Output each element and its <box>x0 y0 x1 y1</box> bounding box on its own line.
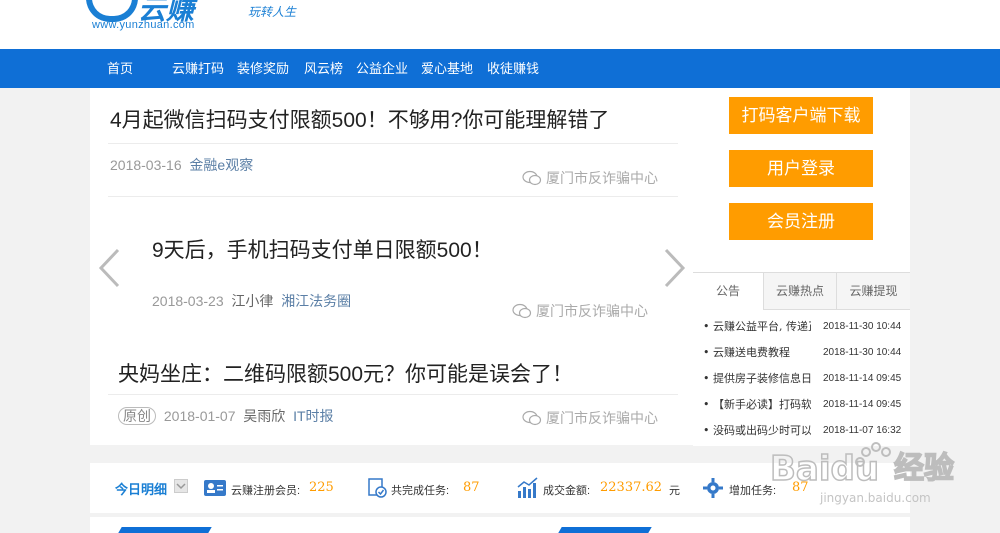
nav-item-captcha[interactable]: 云赚打码 <box>172 49 224 88</box>
slide-author: 江小律 <box>231 293 274 309</box>
slide-meta: 2018-03-23 江小律 湘江法务圈 <box>152 291 351 311</box>
notice-date: 2018-11-14 09:45 <box>823 373 902 384</box>
slide-watermark: 厦门市反诈骗中心 <box>522 408 658 428</box>
notice-date: 2018-11-07 16:32 <box>823 425 902 436</box>
nav-item-apprentice[interactable]: 收徒赚钱 <box>487 49 539 88</box>
slide-author: 吴雨欣 <box>243 408 286 424</box>
nav-item-home[interactable]: 首页 <box>107 49 133 88</box>
watermark-text: 厦门市反诈骗中心 <box>546 170 658 186</box>
task-check-icon <box>368 478 387 498</box>
slide-source: 湘江法务圈 <box>281 293 352 309</box>
register-button[interactable]: 会员注册 <box>729 203 873 240</box>
download-client-button[interactable]: 打码客户端下载 <box>729 97 873 134</box>
baidu-jingyan-watermark: Baidu 经验 jingyan.baidu.com <box>770 442 955 505</box>
notice-title: • 提供房子装修信息日赚 <box>703 372 811 385</box>
notice-item[interactable]: • 【新手必读】打码软件 2018-11-14 09:45 <box>703 395 903 415</box>
carousel-prev-icon[interactable] <box>98 248 122 288</box>
slide-title: 9天后，手机扫码支付单日限额500！ <box>152 239 493 262</box>
notice-title: • 没码或出码少时可以 <box>703 424 811 437</box>
main-nav: 首页 云赚打码 装修奖励 风云榜 公益企业 爱心基地 收徒赚钱 <box>0 49 1000 88</box>
watermark-cn: 经验 <box>894 451 954 486</box>
notice-item[interactable]: • 云赚公益平台, 传递正能量 2018-11-30 10:44 <box>703 317 903 337</box>
slide-date: 2018-03-23 <box>152 293 224 309</box>
tab-notice[interactable]: 公告 <box>693 273 763 309</box>
chevron-down-icon[interactable] <box>174 479 188 493</box>
carousel-next-icon[interactable] <box>662 248 686 288</box>
divider <box>108 196 678 197</box>
wechat-icon <box>522 410 542 426</box>
watermark-text: 厦门市反诈骗中心 <box>546 410 658 426</box>
carousel-slide[interactable]: 9天后，手机扫码支付单日限额500！ 2018-03-23 江小律 湘江法务圈 … <box>90 209 693 325</box>
account-panel: 打码客户端下载 用户登录 会员注册 <box>693 88 910 272</box>
notice-title: • 【新手必读】打码软件 <box>703 398 811 411</box>
divider <box>108 394 678 395</box>
original-badge: 原创 <box>118 407 156 425</box>
slide-source: IT时报 <box>293 408 334 424</box>
news-carousel[interactable]: 4月起微信扫码支付限额500！不够用?你可能理解错了 2018-03-16 金融… <box>90 88 693 445</box>
logo-url: www.yunzhuan.com <box>92 19 195 31</box>
amount-label: 成交金额: <box>543 485 591 497</box>
members-label: 云赚注册会员: <box>231 485 301 497</box>
watermark-url: jingyan.baidu.com <box>819 491 931 505</box>
notice-panel: 公告 云赚热点 云赚提现 • 云赚公益平台, 传递正能量 2018-11-30 1… <box>693 272 910 446</box>
members-value: 225 <box>309 480 334 495</box>
notice-title: • 云赚公益平台, 传递正能量 <box>703 320 811 333</box>
section-tab-shape <box>558 527 652 533</box>
nav-item-base[interactable]: 爱心基地 <box>421 49 473 88</box>
nav-item-ranking[interactable]: 风云榜 <box>304 49 343 88</box>
slide-source: 金融e观察 <box>189 157 254 173</box>
bar-chart-icon <box>517 477 538 498</box>
watermark-brand: Baidu <box>770 449 879 489</box>
watermark-text: 厦门市反诈骗中心 <box>536 303 648 319</box>
nav-item-renovation[interactable]: 装修奖励 <box>237 49 289 88</box>
today-label: 今日明细 <box>115 482 168 497</box>
divider <box>108 143 678 144</box>
slide-date: 2018-03-16 <box>110 157 182 173</box>
notice-item[interactable]: • 云赚送电费教程 2018-11-30 10:44 <box>703 343 903 363</box>
wechat-icon <box>522 170 542 186</box>
notice-title: • 云赚送电费教程 <box>703 346 790 359</box>
tab-withdraw[interactable]: 云赚提现 <box>836 273 910 310</box>
section-tab-shape <box>118 527 212 533</box>
carousel-slide[interactable]: 4月起微信扫码支付限额500！不够用?你可能理解错了 2018-03-16 金融… <box>90 88 693 204</box>
slide-meta: 原创 2018-01-07 吴雨欣 IT时报 <box>118 406 334 426</box>
tasks-value: 87 <box>463 480 480 495</box>
notice-date: 2018-11-30 10:44 <box>823 321 902 332</box>
slide-title: 4月起微信扫码支付限额500！不够用?你可能理解错了 <box>110 109 610 132</box>
login-button[interactable]: 用户登录 <box>729 150 873 187</box>
nav-item-charity[interactable]: 公益企业 <box>356 49 408 88</box>
amount-value: 22337.62 <box>600 480 663 495</box>
notice-date: 2018-11-30 10:44 <box>823 347 902 358</box>
member-card-icon <box>204 480 226 496</box>
tab-hot[interactable]: 云赚热点 <box>763 273 836 310</box>
notice-item[interactable]: • 提供房子装修信息日赚 2018-11-14 09:45 <box>703 369 903 389</box>
slide-title: 央妈坐庄：二维码限额500元？你可能是误会了！ <box>118 363 574 386</box>
slide-watermark: 厦门市反诈骗中心 <box>522 168 658 188</box>
notice-date: 2018-11-14 09:45 <box>823 399 902 410</box>
amount-unit: 元 <box>669 485 680 497</box>
tasks-label: 共完成任务: <box>391 485 450 497</box>
wechat-icon <box>512 303 532 319</box>
slide-watermark: 厦门市反诈骗中心 <box>512 301 648 321</box>
added-tasks-label: 增加任务: <box>729 485 777 497</box>
site-header: 云赚 www.yunzhuan.com 玩转人生 <box>0 0 1000 49</box>
slogan: 玩转人生 <box>248 5 297 19</box>
slide-date: 2018-01-07 <box>163 408 236 424</box>
slide-meta: 2018-03-16 金融e观察 <box>110 155 253 175</box>
gear-icon <box>703 478 723 498</box>
notice-item[interactable]: • 没码或出码少时可以 2018-11-07 16:32 <box>703 421 903 441</box>
carousel-slide[interactable]: 央妈坐庄：二维码限额500元？你可能是误会了！ 原创 2018-01-07 吴雨… <box>90 338 693 445</box>
